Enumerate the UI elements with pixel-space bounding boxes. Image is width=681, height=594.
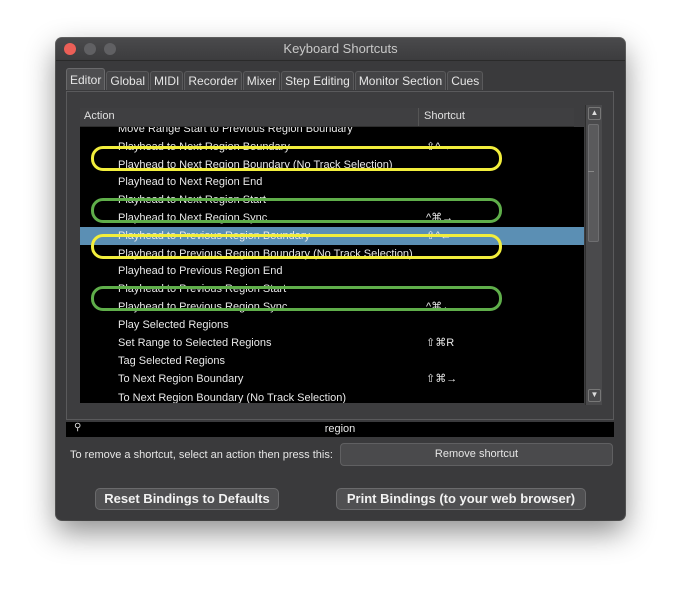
tab-midi[interactable]: MIDI xyxy=(150,71,184,90)
keyboard-shortcuts-window: Keyboard Shortcuts Editor Global MIDI Re… xyxy=(56,38,625,520)
title-bar: Keyboard Shortcuts xyxy=(56,38,625,61)
tab-cues[interactable]: Cues xyxy=(447,71,484,90)
list-item[interactable]: Playhead to Next Region Start xyxy=(80,191,584,209)
list-item[interactable]: Playhead to Next Region End xyxy=(80,173,584,191)
column-header-action[interactable]: Action xyxy=(84,110,115,122)
tab-global[interactable]: Global xyxy=(106,71,150,90)
tab-recorder[interactable]: Recorder xyxy=(184,71,242,90)
tab-editor[interactable]: Editor xyxy=(66,68,106,90)
list-item[interactable]: Move Range Start to Previous Region Boun… xyxy=(80,127,584,138)
list-item[interactable]: Playhead to Previous Region Start xyxy=(80,280,584,298)
remove-shortcut-button[interactable]: Remove shortcut xyxy=(340,443,613,466)
column-divider xyxy=(418,108,419,126)
list-item[interactable]: Playhead to Previous Region End xyxy=(80,262,584,280)
list-item[interactable]: Set Range to Selected Regions ⇧⌘R xyxy=(80,334,584,352)
scrollbar-thumb[interactable] xyxy=(588,124,599,242)
tab-mixer[interactable]: Mixer xyxy=(242,71,281,90)
remove-hint-text: To remove a shortcut, select an action t… xyxy=(70,449,333,461)
scroll-down-icon[interactable]: ▼ xyxy=(588,389,601,402)
list-item[interactable]: Playhead to Next Region Boundary ⇧^→ xyxy=(80,138,584,156)
print-bindings-button[interactable]: Print Bindings (to your web browser) xyxy=(336,488,586,510)
list-item[interactable]: Playhead to Previous Region Boundary (No… xyxy=(80,245,584,263)
column-header-shortcut[interactable]: Shortcut xyxy=(424,110,465,122)
scroll-up-icon[interactable]: ▲ xyxy=(588,107,601,120)
shortcut-list[interactable]: Move Range Start to Previous Region Boun… xyxy=(80,127,584,403)
list-item[interactable]: Playhead to Next Region Sync ^⌘→ xyxy=(80,209,584,227)
tab-step-editing[interactable]: Step Editing xyxy=(281,71,354,90)
list-item[interactable]: To Next Region Boundary ⇧⌘→ xyxy=(80,370,584,388)
list-header: Action Shortcut xyxy=(80,108,574,127)
list-item[interactable]: Playhead to Next Region Boundary (No Tra… xyxy=(80,156,584,174)
list-item[interactable]: To Next Region Boundary (No Track Select… xyxy=(80,389,584,403)
window-title: Keyboard Shortcuts xyxy=(283,41,398,56)
list-scrollbar[interactable]: ▲ ▼ xyxy=(585,105,602,405)
list-item-selected[interactable]: Playhead to Previous Region Boundary ⇧^← xyxy=(80,227,584,245)
search-input-value[interactable]: region xyxy=(66,423,614,435)
scrollbar-grip xyxy=(588,171,594,172)
reset-bindings-button[interactable]: Reset Bindings to Defaults xyxy=(95,488,279,510)
search-field[interactable]: ⚲ region xyxy=(66,422,614,437)
list-item[interactable]: Play Selected Regions xyxy=(80,316,584,334)
tab-monitor-section[interactable]: Monitor Section xyxy=(354,71,447,90)
tab-bar: Editor Global MIDI Recorder Mixer Step E… xyxy=(66,68,484,91)
list-item[interactable]: Tag Selected Regions xyxy=(80,352,584,370)
list-item[interactable]: Playhead to Previous Region Sync ^⌘← xyxy=(80,298,584,316)
